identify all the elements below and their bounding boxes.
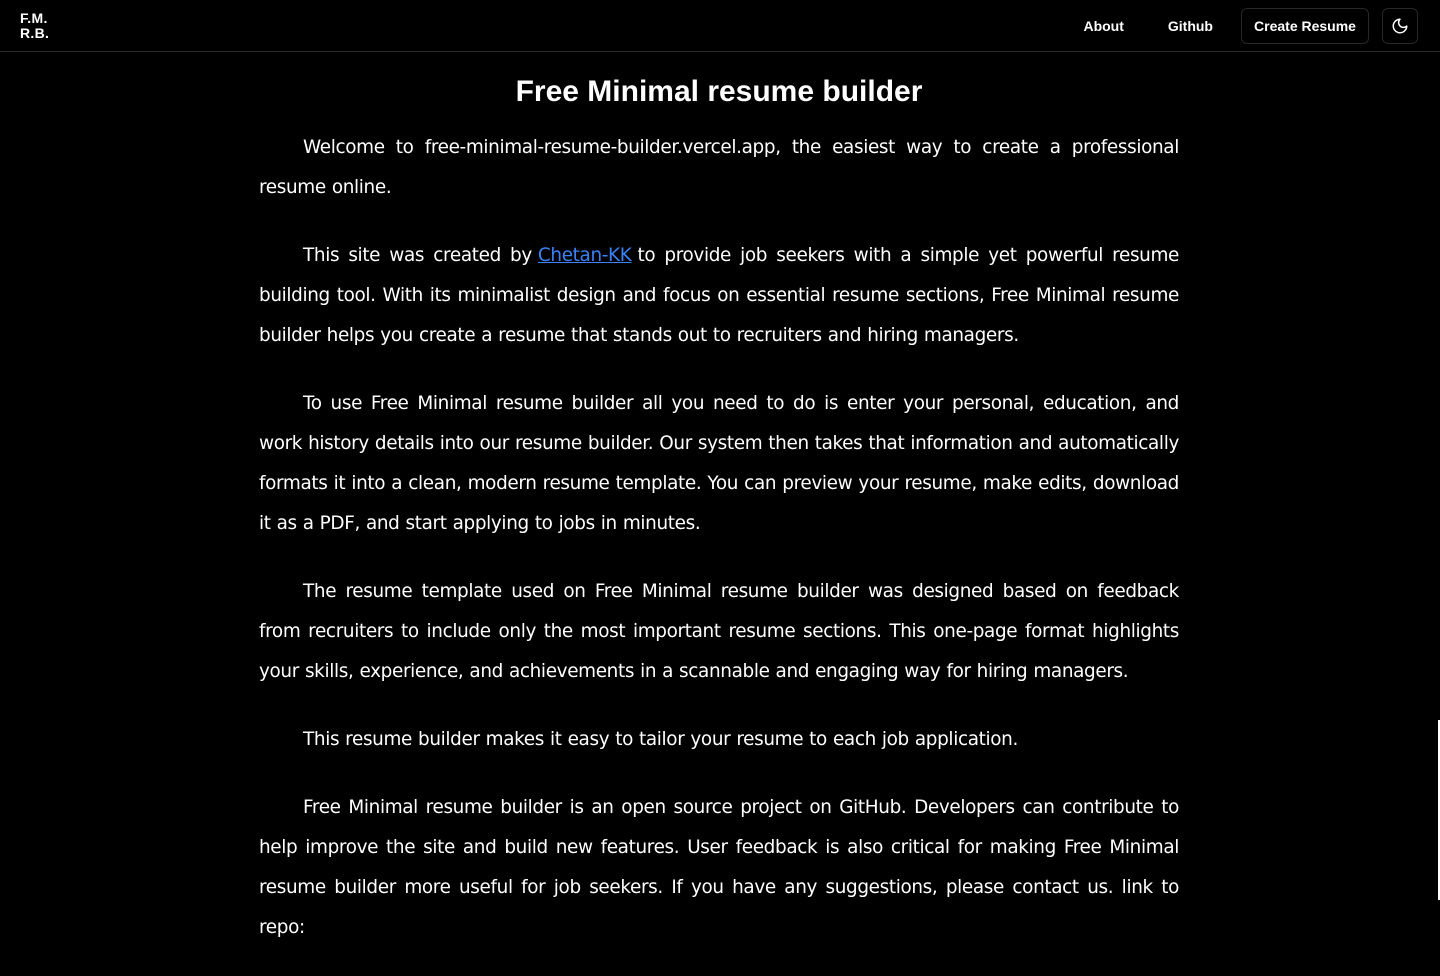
template-paragraph: The resume template used on Free Minimal… bbox=[259, 581, 1179, 682]
create-resume-button[interactable]: Create Resume bbox=[1241, 8, 1369, 44]
open-source-paragraph: Free Minimal resume builder is an open s… bbox=[259, 797, 1179, 938]
main-content: Free Minimal resume builder Welcome to f… bbox=[259, 52, 1179, 976]
creator-paragraph: This site was created by Chetan-KK to prov… bbox=[259, 236, 1179, 356]
intro-paragraph: Welcome to free-minimal-resume-builder.v… bbox=[259, 137, 1179, 198]
top-navbar: F.M. R.B. About Github Create Resume bbox=[0, 0, 1440, 52]
page-title: Free Minimal resume builder bbox=[515, 75, 923, 108]
usage-paragraph: To use Free Minimal resume builder all y… bbox=[259, 393, 1179, 534]
site-logo[interactable]: F.M. R.B. bbox=[20, 11, 49, 41]
logo-line-2: R.B. bbox=[20, 25, 50, 41]
tailor-paragraph: This resume builder makes it easy to tai… bbox=[303, 729, 1018, 750]
nav-link-github[interactable]: Github bbox=[1146, 8, 1235, 44]
nav-links: About Github Create Resume bbox=[1061, 8, 1418, 44]
logo-line-1: F.M. bbox=[20, 10, 48, 26]
creator-text-before: This site was created by bbox=[303, 245, 532, 266]
nav-link-about[interactable]: About bbox=[1061, 8, 1145, 44]
author-link[interactable]: Chetan-KK bbox=[538, 245, 632, 266]
moon-icon bbox=[1392, 18, 1408, 34]
theme-toggle-button[interactable] bbox=[1382, 8, 1418, 44]
